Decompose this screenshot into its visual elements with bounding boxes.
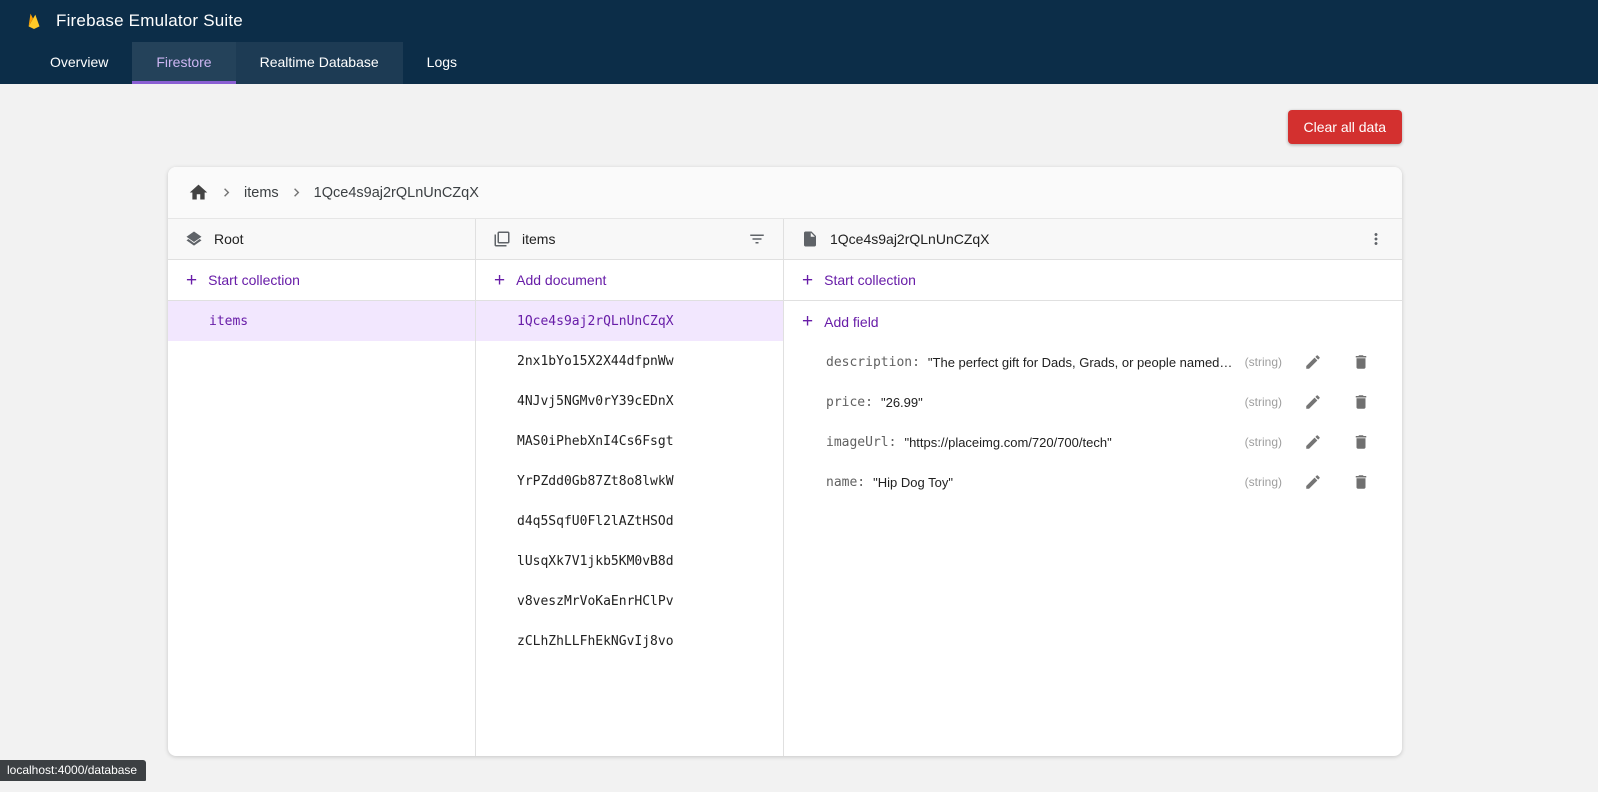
home-icon[interactable]	[188, 182, 209, 203]
field-type: (string)	[1233, 475, 1282, 489]
collection-item-items[interactable]: items	[168, 301, 475, 341]
document-item[interactable]: d4q5SqfU0Fl2lAZtHSOd	[476, 501, 783, 541]
field-key: price:	[826, 395, 873, 410]
field-type: (string)	[1233, 355, 1282, 369]
document-icon	[801, 230, 819, 248]
status-bar-url: localhost:4000/database	[0, 760, 146, 781]
delete-field-icon[interactable]	[1352, 393, 1370, 411]
collection-panel-title: items	[522, 231, 555, 247]
plus-icon: +	[802, 312, 813, 331]
plus-icon: +	[802, 271, 813, 290]
document-item[interactable]: 4NJvj5NGMv0rY39cEDnX	[476, 381, 783, 421]
add-document-button[interactable]: + Add document	[476, 260, 783, 301]
tab-firestore[interactable]: Firestore	[132, 42, 235, 84]
more-vert-icon[interactable]	[1367, 230, 1385, 248]
field-row: price: "26.99" (string)	[784, 382, 1402, 422]
field-type: (string)	[1233, 435, 1282, 449]
plus-icon: +	[186, 271, 197, 290]
field-key: description:	[826, 355, 920, 370]
breadcrumb: items 1Qce4s9aj2rQLnUnCZqX	[168, 167, 1402, 219]
add-field-label: Add field	[824, 314, 878, 330]
tab-logs[interactable]: Logs	[403, 42, 481, 84]
document-panel-title: 1Qce4s9aj2rQLnUnCZqX	[830, 231, 990, 247]
field-value: "Hip Dog Toy"	[873, 475, 953, 490]
firestore-icon	[185, 230, 203, 248]
document-item[interactable]: 1Qce4s9aj2rQLnUnCZqX	[476, 301, 783, 341]
field-row: imageUrl: "https://placeimg.com/720/700/…	[784, 422, 1402, 462]
document-panel: 1Qce4s9aj2rQLnUnCZqX + Start collection …	[784, 219, 1402, 756]
main-content: Clear all data items 1Qce4s9aj2rQLnUnCZq…	[168, 84, 1402, 756]
add-document-label: Add document	[516, 272, 606, 288]
nav-tabs: Overview Firestore Realtime Database Log…	[0, 42, 1598, 84]
breadcrumb-document[interactable]: 1Qce4s9aj2rQLnUnCZqX	[314, 185, 479, 201]
field-type: (string)	[1233, 395, 1282, 409]
breadcrumb-collection[interactable]: items	[244, 185, 279, 201]
document-item[interactable]: zCLhZhLLFhEkNGvIj8vo	[476, 621, 783, 661]
document-item[interactable]: 2nx1bYo15X2X44dfpnWw	[476, 341, 783, 381]
collection-panel: items + Add document 1Qce4s9aj2rQLnUnCZq…	[476, 219, 784, 756]
root-panel-title: Root	[214, 231, 244, 247]
collection-icon	[493, 230, 511, 248]
root-panel: Root + Start collection items	[168, 219, 476, 756]
start-collection-label: Start collection	[208, 272, 300, 288]
toolbar-row: Clear all data	[168, 110, 1402, 144]
document-item[interactable]: v8veszMrVoKaEnrHClPv	[476, 581, 783, 621]
document-item[interactable]: YrPZdd0Gb87Zt8o8lwkW	[476, 461, 783, 501]
start-collection-label: Start collection	[824, 272, 916, 288]
edit-field-icon[interactable]	[1304, 353, 1322, 371]
firestore-panel-card: items 1Qce4s9aj2rQLnUnCZqX Root + Start …	[168, 167, 1402, 756]
field-value: "The perfect gift for Dads, Grads, or pe…	[928, 355, 1233, 370]
field-row: name: "Hip Dog Toy" (string)	[784, 462, 1402, 502]
field-key: name:	[826, 475, 865, 490]
delete-field-icon[interactable]	[1352, 433, 1370, 451]
app-title: Firebase Emulator Suite	[56, 11, 243, 31]
start-collection-button-document[interactable]: + Start collection	[784, 260, 1402, 301]
filter-icon[interactable]	[748, 230, 766, 248]
field-value: "https://placeimg.com/720/700/tech"	[904, 435, 1111, 450]
firebase-logo-icon	[24, 11, 44, 31]
tab-overview[interactable]: Overview	[26, 42, 132, 84]
field-value: "26.99"	[881, 395, 923, 410]
field-row: description: "The perfect gift for Dads,…	[784, 342, 1402, 382]
field-key: imageUrl:	[826, 435, 896, 450]
firestore-columns: Root + Start collection items items + Ad…	[168, 219, 1402, 756]
document-item[interactable]: MAS0iPhebXnI4Cs6Fsgt	[476, 421, 783, 461]
chevron-right-icon	[288, 184, 305, 201]
document-item[interactable]: lUsqXk7V1jkb5KM0vB8d	[476, 541, 783, 581]
document-panel-header: 1Qce4s9aj2rQLnUnCZqX	[784, 219, 1402, 260]
clear-all-data-button[interactable]: Clear all data	[1288, 110, 1403, 144]
tab-realtime-database[interactable]: Realtime Database	[236, 42, 403, 84]
root-panel-header: Root	[168, 219, 475, 260]
delete-field-icon[interactable]	[1352, 353, 1370, 371]
add-field-button[interactable]: + Add field	[784, 301, 1402, 342]
start-collection-button[interactable]: + Start collection	[168, 260, 475, 301]
edit-field-icon[interactable]	[1304, 433, 1322, 451]
app-header: Firebase Emulator Suite Overview Firesto…	[0, 0, 1598, 84]
delete-field-icon[interactable]	[1352, 473, 1370, 491]
edit-field-icon[interactable]	[1304, 393, 1322, 411]
collection-panel-header: items	[476, 219, 783, 260]
chevron-right-icon	[218, 184, 235, 201]
plus-icon: +	[494, 271, 505, 290]
edit-field-icon[interactable]	[1304, 473, 1322, 491]
app-topbar: Firebase Emulator Suite	[0, 0, 1598, 42]
